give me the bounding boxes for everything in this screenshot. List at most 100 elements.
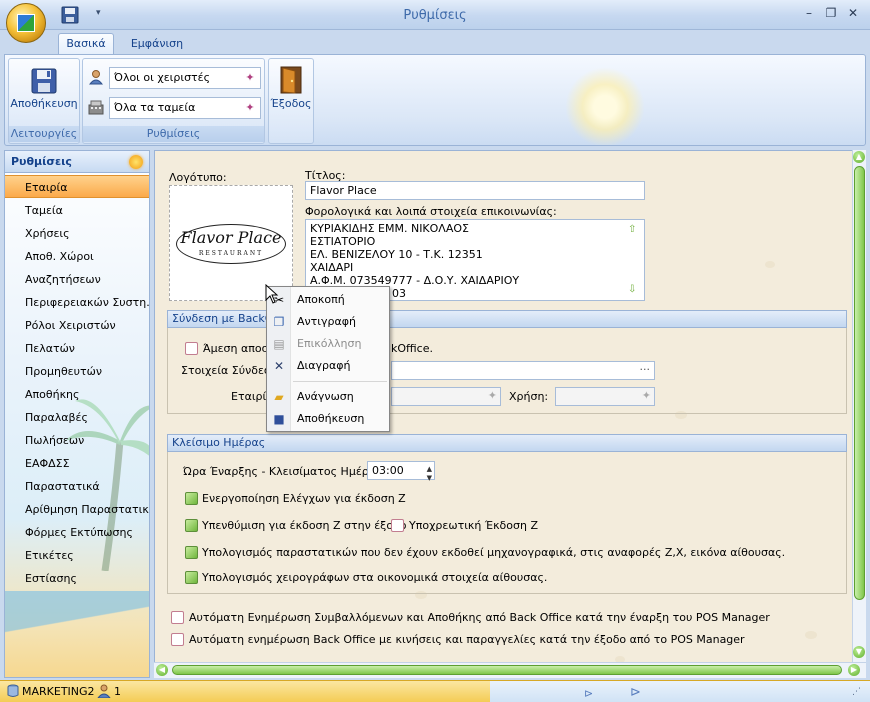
nav-item-eafdss[interactable]: ΕΑΦΔΣΣ <box>5 452 149 475</box>
group-functions: Αποθήκευση Λειτουργίες <box>8 58 80 144</box>
day-time-label: Ώρα Έναρξης - Κλεισίματος Ημέρας: <box>183 465 387 478</box>
day-time-value: 03:00 <box>372 464 404 477</box>
users-icon <box>96 684 112 699</box>
database-name: MARKETING2 <box>22 685 95 698</box>
scroll-left-icon[interactable]: ◀ <box>156 664 168 676</box>
registers-combo[interactable]: Όλα τα ταμεία ✦ <box>109 97 261 119</box>
menu-item-open[interactable]: ▰ Ανάγνωση <box>268 387 388 407</box>
nav-item-labels[interactable]: Ετικέτες <box>5 544 149 567</box>
nav-item-warehouses[interactable]: Αποθ. Χώροι <box>5 245 149 268</box>
window-title: Ρυθμίσεις <box>403 8 467 23</box>
details-line: ΚΥΡΙΑΚΙΔΗΣ ΕΜΜ. ΝΙΚΟΛΑΟΣ <box>310 222 469 235</box>
details-line: ΕΣΤΙΑΤΟΡΙΟ <box>310 235 376 248</box>
nav-item-searches[interactable]: Αναζητήσεων <box>5 268 149 291</box>
group-functions-label: Λειτουργίες <box>9 126 79 142</box>
application-menu-button[interactable] <box>6 3 46 43</box>
menu-item-save[interactable]: ■ Αποθήκευση <box>268 409 388 429</box>
save-button-label: Αποθήκευση <box>10 97 78 110</box>
ribbon: Αποθήκευση Λειτουργίες Όλοι οι χειριστές… <box>4 54 866 146</box>
vertical-scroll-thumb[interactable] <box>854 166 865 600</box>
copy-icon: ❐ <box>273 315 285 329</box>
scroll-down-icon[interactable]: ⇩ <box>628 284 636 295</box>
sun-icon <box>129 155 143 169</box>
nav-item-company[interactable]: Εταιρία <box>5 175 149 198</box>
nav-item-sales[interactable]: Πωλήσεων <box>5 429 149 452</box>
menu-item-cut[interactable]: ✂ Αποκοπή <box>268 290 388 310</box>
menu-item-delete[interactable]: ✕ Διαγραφή <box>268 356 388 376</box>
details-scrollbar[interactable]: ⇧ ⇩ <box>628 222 642 298</box>
manual-docs-label: Υπολογισμός χειρογράφων στα οικονομικά σ… <box>202 571 548 584</box>
company-settings-panel: Λογότυπο: Flavor Place RESTAURANT Τίτλος… <box>154 150 866 678</box>
save-button[interactable]: Αποθήκευση <box>9 63 79 123</box>
fiscal-year-select[interactable]: ✦ <box>555 387 655 406</box>
company-select[interactable]: ✦ <box>391 387 501 406</box>
paste-icon: ▤ <box>273 337 285 351</box>
day-close-section-header: Κλείσιμο Ημέρας <box>167 434 847 452</box>
user-icon <box>88 69 104 85</box>
enable-z-checks-checkbox[interactable] <box>185 492 198 505</box>
mandatory-z-checkbox[interactable] <box>391 519 404 532</box>
sea-wave-decoration <box>5 591 149 677</box>
vertical-scrollbar[interactable]: ▲ ▼ <box>852 150 866 662</box>
nav-item-operator-roles[interactable]: Ρόλοι Χειριστών <box>5 314 149 337</box>
close-button[interactable]: ✕ <box>844 6 862 22</box>
auto-update-contacts-checkbox[interactable] <box>171 611 184 624</box>
users-combo[interactable]: Όλοι οι χειριστές ✦ <box>109 67 261 89</box>
z-reminder-label: Υπενθύμιση για έκδοση Ζ στην έξοδο <box>202 519 407 532</box>
settings-nav: Ρυθμίσεις Εταιρία Ταμεία Χρήσεις Αποθ. Χ… <box>4 150 150 678</box>
tab-basics[interactable]: Βασικά <box>58 33 114 55</box>
status-wave-decoration <box>490 681 870 702</box>
nav-item-peripherals[interactable]: Περιφερειακών Συστη... <box>5 291 149 314</box>
nav-item-document-numbering[interactable]: Αρίθμηση Παραστατικών <box>5 498 149 521</box>
nav-item-customers[interactable]: Πελατών <box>5 337 149 360</box>
menu-item-save-label: Αποθήκευση <box>297 412 365 425</box>
sand-decoration <box>805 631 817 639</box>
scroll-up-icon[interactable]: ▲ <box>853 151 865 163</box>
auto-update-backoffice-checkbox[interactable] <box>171 633 184 646</box>
details-line: ΕΛ. ΒΕΝΙΖΕΛΟΥ 10 - Τ.Κ. 12351 <box>310 248 483 261</box>
direct-send-checkbox[interactable] <box>185 342 198 355</box>
fish-icon: ⊳ <box>630 685 641 700</box>
decorative-sun-icon <box>565 67 645 145</box>
nav-item-dining[interactable]: Εστίασης <box>5 567 149 590</box>
connection-input[interactable]: ··· <box>391 361 655 380</box>
title-input[interactable]: Flavor Place <box>305 181 645 200</box>
nav-item-documents[interactable]: Παραστατικά <box>5 475 149 498</box>
day-time-spinner[interactable]: 03:00 ▲ ▼ <box>367 461 435 482</box>
users-count: 1 <box>114 685 121 698</box>
group-exit: Έξοδος <box>268 58 314 144</box>
exit-button[interactable]: Έξοδος <box>269 63 313 127</box>
minimize-button[interactable]: – <box>800 6 818 22</box>
enable-z-checks-label: Ενεργοποίηση Ελέγχων για έκδοση Ζ <box>202 492 406 505</box>
scroll-right-icon[interactable]: ▶ <box>848 664 860 676</box>
nav-item-warehouse[interactable]: Αποθήκης <box>5 383 149 406</box>
non-electronic-docs-checkbox[interactable] <box>185 546 198 559</box>
butterfly-dropdown-icon[interactable]: ✦ <box>243 101 257 115</box>
title-bar: ▾ Ρυθμίσεις – ❐ ✕ <box>0 0 870 30</box>
horizontal-scrollbar[interactable]: ◀ ▶ <box>154 662 866 678</box>
database-icon <box>6 684 20 698</box>
horizontal-scroll-thumb[interactable] <box>172 665 842 675</box>
manual-docs-checkbox[interactable] <box>185 571 198 584</box>
menu-item-paste[interactable]: ▤ Επικόλληση <box>268 334 388 354</box>
nav-item-receipts[interactable]: Παραλαβές <box>5 406 149 429</box>
tab-appearance[interactable]: Εμφάνιση <box>122 34 192 54</box>
spin-down-icon[interactable]: ▼ <box>427 470 432 487</box>
nav-item-registers[interactable]: Ταμεία <box>5 199 149 222</box>
butterfly-dropdown-icon[interactable]: ✦ <box>488 389 497 402</box>
nav-item-print-forms[interactable]: Φόρμες Εκτύπωσης <box>5 521 149 544</box>
restore-button[interactable]: ❐ <box>822 6 840 22</box>
nav-item-suppliers[interactable]: Προμηθευτών <box>5 360 149 383</box>
butterfly-dropdown-icon[interactable]: ✦ <box>243 71 257 85</box>
browse-ellipsis-button[interactable]: ··· <box>640 363 651 376</box>
menu-separator <box>293 381 387 382</box>
nav-item-fiscal-years[interactable]: Χρήσεις <box>5 222 149 245</box>
door-exit-icon <box>277 65 305 95</box>
resize-grip-icon[interactable]: ⋰ <box>852 687 861 697</box>
butterfly-dropdown-icon[interactable]: ✦ <box>642 389 651 402</box>
scroll-up-icon[interactable]: ⇧ <box>628 224 636 235</box>
z-reminder-checkbox[interactable] <box>185 519 198 532</box>
menu-item-copy[interactable]: ❐ Αντιγραφή <box>268 312 388 332</box>
menu-item-copy-label: Αντιγραφή <box>297 315 356 328</box>
scroll-down-icon[interactable]: ▼ <box>853 646 865 658</box>
